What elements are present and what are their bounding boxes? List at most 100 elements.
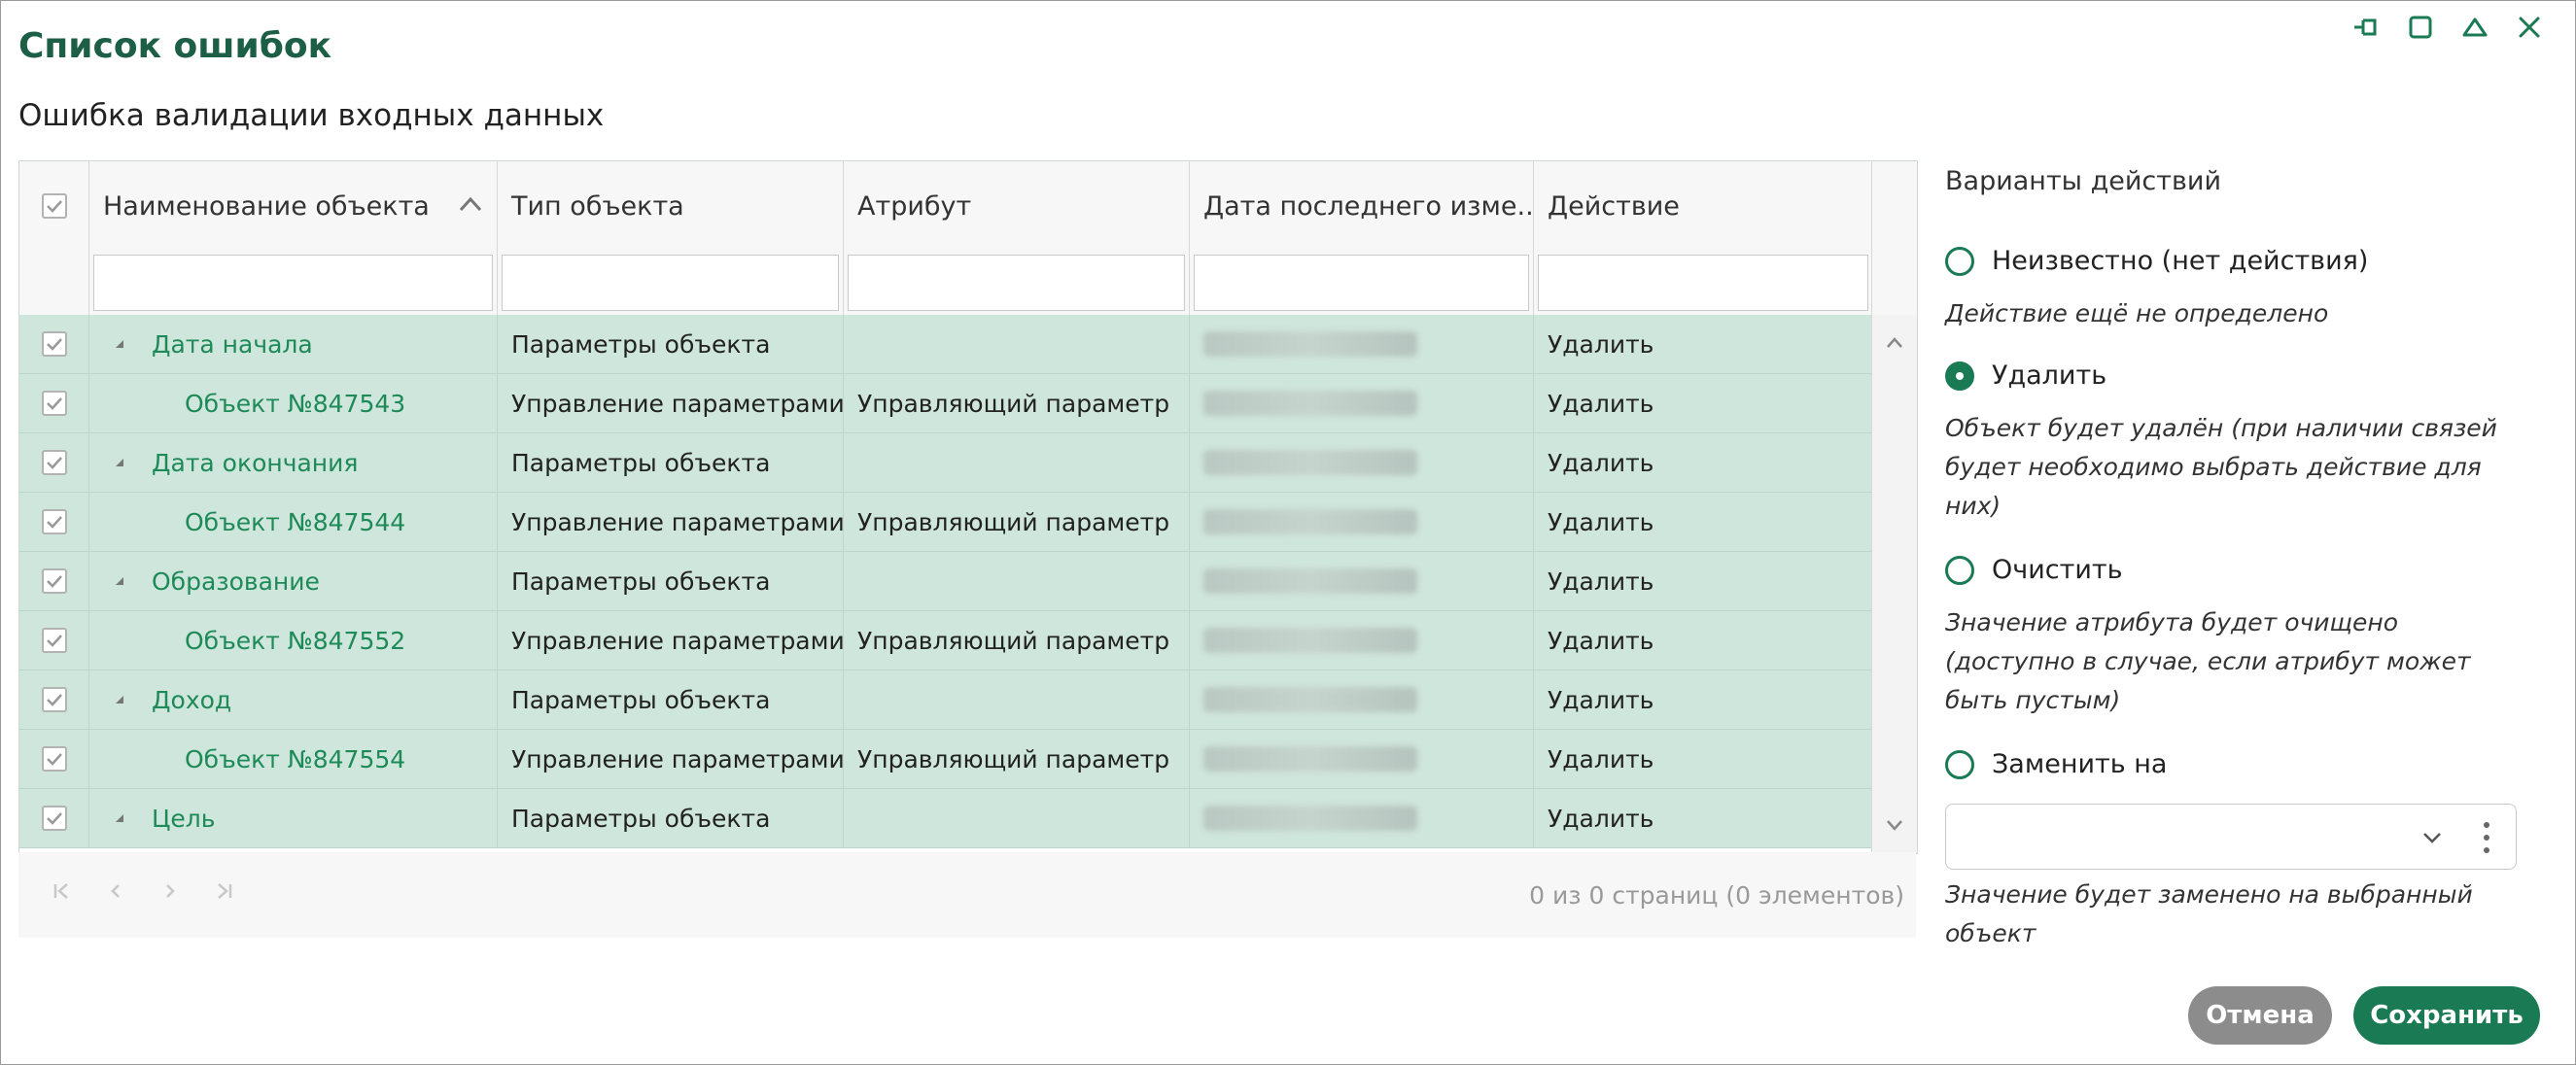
close-button[interactable]: [2513, 11, 2546, 44]
expand-triangle-icon[interactable]: [113, 456, 126, 469]
last-page-icon[interactable]: [213, 879, 236, 903]
option-unknown[interactable]: Неизвестно (нет действия): [1945, 246, 2368, 276]
close-icon: [2519, 17, 2540, 38]
pin-button[interactable]: [2350, 11, 2383, 44]
cell-modified-date: [1190, 730, 1534, 788]
first-page-icon[interactable]: [50, 879, 73, 903]
row-checkbox[interactable]: [41, 568, 67, 594]
filter-cell-type: [498, 251, 844, 315]
row-checkbox[interactable]: [41, 628, 67, 653]
next-page-icon[interactable]: [158, 879, 182, 903]
cell-modified-date: [1190, 552, 1534, 610]
radio-clear[interactable]: [1945, 555, 1974, 585]
table-row[interactable]: Доход Параметры объекта Удалить: [19, 670, 1872, 730]
cell-action: Удалить: [1548, 744, 1654, 773]
sort-ascending-icon[interactable]: [455, 189, 486, 220]
row-checkbox[interactable]: [41, 331, 67, 357]
cell-action: Удалить: [1548, 626, 1654, 655]
select-all-cell: [19, 161, 89, 251]
row-select-cell: [19, 374, 89, 432]
table-row[interactable]: Объект №847544 Управление параметрами Упра…: [19, 493, 1872, 552]
column-header-name[interactable]: Наименование объекта: [89, 161, 498, 251]
scroll-down-icon[interactable]: [1880, 810, 1909, 840]
grid-header: Наименование объекта Тип объекта Атрибут…: [19, 161, 1872, 252]
collapse-button[interactable]: [2458, 11, 2491, 44]
cell-action: Удалить: [1548, 567, 1654, 596]
option-clear-label: Очистить: [1992, 555, 2123, 585]
column-header-action[interactable]: Действие: [1534, 161, 1872, 251]
object-name-link[interactable]: Объект №847544: [103, 508, 405, 536]
filter-date-input[interactable]: [1194, 255, 1529, 311]
cell-attribute: Управляющий параметр: [844, 611, 1190, 670]
option-replace[interactable]: Заменить на: [1945, 749, 2167, 779]
table-row[interactable]: Дата начала Параметры объекта Удалить: [19, 315, 1872, 374]
more-vertical-icon[interactable]: [2481, 820, 2492, 855]
table-row[interactable]: Цель Параметры объекта Удалить: [19, 789, 1872, 848]
column-header-attribute[interactable]: Атрибут: [844, 161, 1190, 251]
cell-modified-date: [1190, 789, 1534, 847]
radio-unknown[interactable]: [1945, 246, 1974, 276]
chevron-down-icon[interactable]: [2419, 824, 2446, 851]
expand-triangle-icon[interactable]: [113, 811, 126, 825]
row-checkbox[interactable]: [41, 746, 67, 772]
option-delete[interactable]: Удалить: [1945, 361, 2106, 391]
check-icon: [46, 575, 62, 588]
select-all-checkbox[interactable]: [41, 193, 67, 219]
scroll-up-icon[interactable]: [1880, 328, 1909, 358]
filter-attribute-input[interactable]: [848, 255, 1185, 311]
replace-object-combobox[interactable]: [1945, 804, 2517, 870]
check-icon: [46, 338, 62, 351]
cell-modified-date: [1190, 374, 1534, 432]
row-checkbox[interactable]: [41, 450, 67, 475]
cell-action: Удалить: [1548, 389, 1654, 418]
maximize-button[interactable]: [2404, 11, 2437, 44]
object-name-link[interactable]: Дата окончания: [152, 449, 358, 477]
table-row[interactable]: Объект №847552 Управление параметрами Упра…: [19, 611, 1872, 670]
object-name-link[interactable]: Объект №847552: [103, 627, 405, 655]
table-row[interactable]: Дата окончания Параметры объекта Удалить: [19, 433, 1872, 493]
object-name-link[interactable]: Доход: [152, 686, 231, 714]
previous-page-icon[interactable]: [104, 879, 127, 903]
save-button[interactable]: Сохранить: [2353, 986, 2540, 1045]
table-row[interactable]: Образование Параметры объекта Удалить: [19, 552, 1872, 611]
cell-attribute: [844, 315, 1190, 373]
object-name-link[interactable]: Цель: [152, 805, 216, 833]
cell-attribute: Управляющий параметр: [844, 493, 1190, 551]
cell-attribute: Управляющий параметр: [844, 730, 1190, 788]
row-checkbox[interactable]: [41, 391, 67, 416]
object-name-link[interactable]: Объект №847543: [103, 390, 405, 418]
cell-action: Удалить: [1548, 685, 1654, 714]
cell-name: Доход: [89, 670, 498, 729]
object-name-link[interactable]: Объект №847554: [103, 745, 405, 773]
cancel-button[interactable]: Отмена: [2188, 986, 2332, 1045]
cell-type: Параметры объекта: [498, 789, 844, 847]
radio-delete[interactable]: [1945, 361, 1974, 391]
filter-name-input[interactable]: [93, 255, 493, 311]
expand-triangle-icon[interactable]: [113, 693, 126, 706]
filter-action-input[interactable]: [1538, 255, 1868, 311]
table-row[interactable]: Объект №847543 Управление параметрами Упра…: [19, 374, 1872, 433]
cell-type: Управление параметрами: [498, 730, 844, 788]
object-name-link[interactable]: Дата начала: [152, 330, 313, 359]
expand-triangle-icon[interactable]: [113, 337, 126, 351]
vertical-scrollbar[interactable]: [1871, 315, 1917, 853]
column-header-type[interactable]: Тип объекта: [498, 161, 844, 251]
expand-triangle-icon[interactable]: [113, 574, 126, 588]
option-clear[interactable]: Очистить: [1945, 555, 2123, 585]
table-row[interactable]: Объект №847554 Управление параметрами Упра…: [19, 730, 1872, 789]
filter-type-input[interactable]: [502, 255, 839, 311]
redacted-date: [1203, 331, 1417, 357]
row-select-cell: [19, 730, 89, 788]
redacted-date: [1203, 806, 1417, 831]
cell-modified-date: [1190, 315, 1534, 373]
check-icon: [46, 753, 62, 766]
cell-type: Управление параметрами: [498, 611, 844, 670]
collapse-icon: [2462, 17, 2488, 37]
row-checkbox[interactable]: [41, 509, 67, 534]
row-checkbox[interactable]: [41, 806, 67, 831]
row-checkbox[interactable]: [41, 687, 67, 712]
radio-replace[interactable]: [1945, 749, 1974, 779]
column-header-modified-date[interactable]: Дата последнего изме...: [1190, 161, 1534, 251]
option-clear-description: Значение атрибута будет очищено (доступн…: [1945, 608, 2471, 714]
object-name-link[interactable]: Образование: [152, 567, 320, 596]
